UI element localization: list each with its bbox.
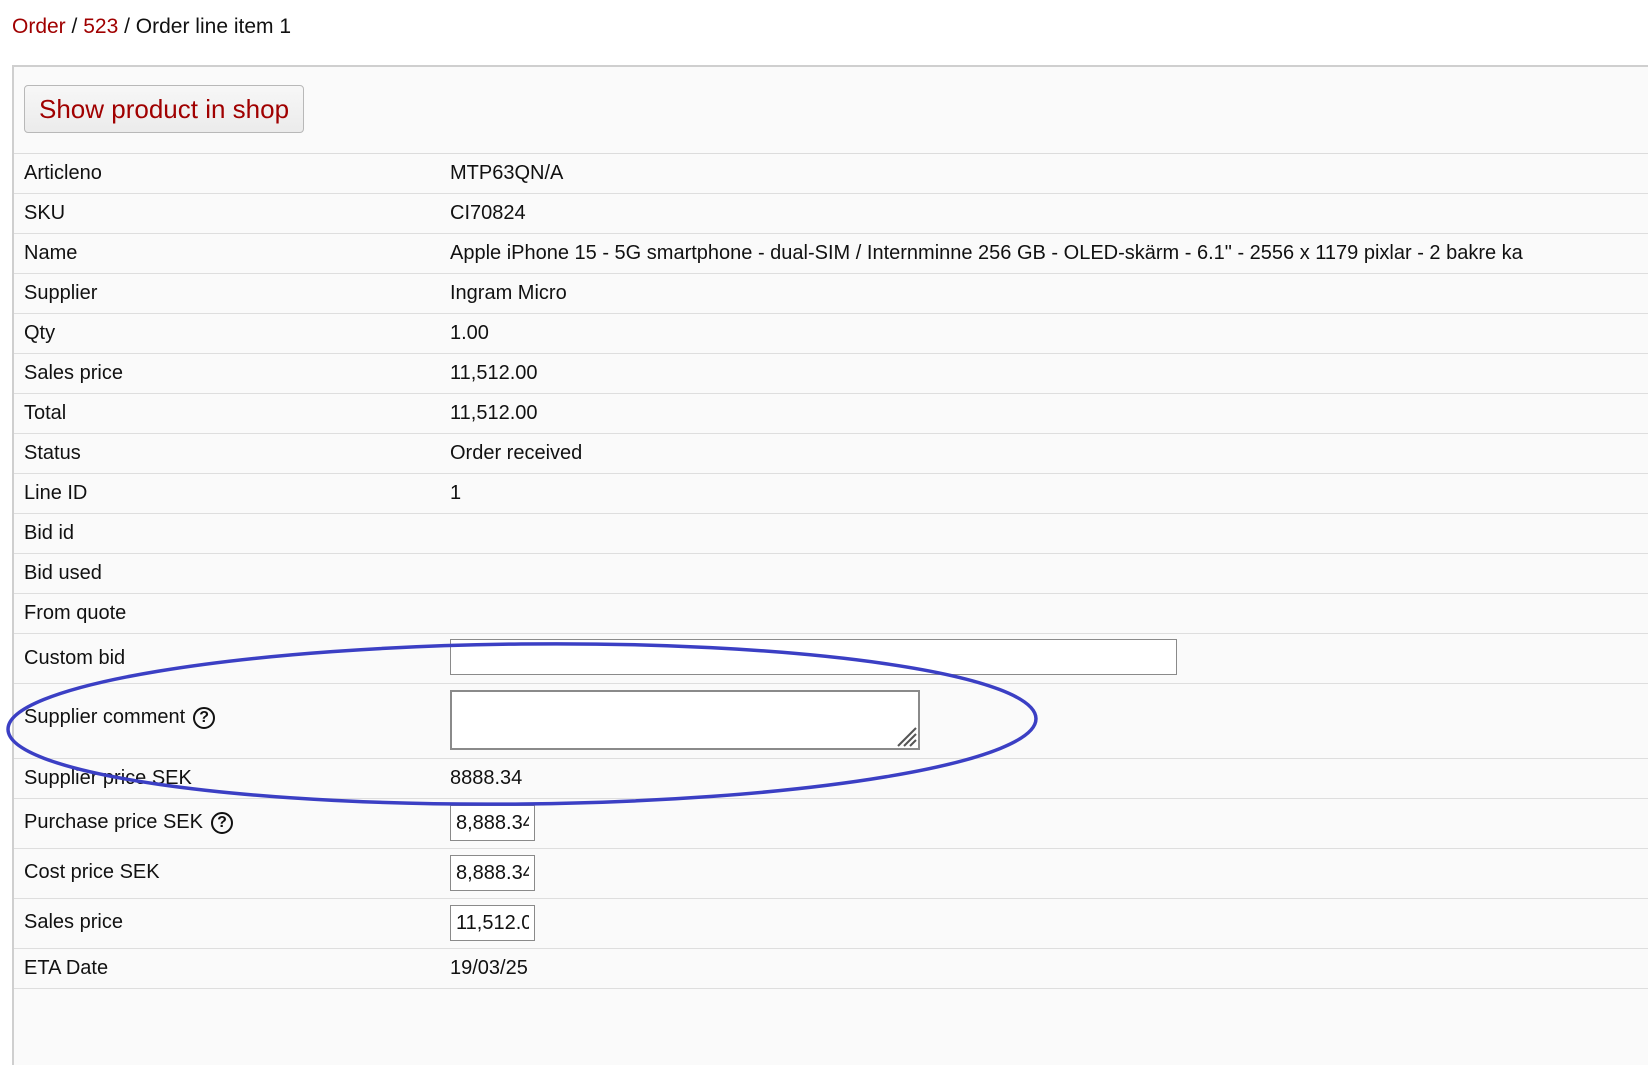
row-bid-used: Bid used [14, 554, 1648, 594]
row-status: Status Order received [14, 434, 1648, 474]
row-supplier: Supplier Ingram Micro [14, 274, 1648, 314]
bid-used-label: Bid used [24, 562, 102, 584]
articleno-label: Articleno [24, 162, 102, 184]
eta-date-label: ETA Date [24, 957, 109, 979]
row-line-id: Line ID 1 [14, 474, 1648, 514]
supplier-price-value: 8888.34 [450, 767, 523, 789]
total-value: 11,512.00 [450, 402, 538, 424]
toolbar: Show product in shop [14, 67, 1648, 154]
line-id-label: Line ID [24, 482, 88, 504]
resize-handle-icon[interactable] [890, 720, 918, 748]
sales-price-label: Sales price [24, 362, 123, 384]
status-label: Status [24, 442, 81, 464]
status-value: Order received [450, 442, 583, 464]
purchase-price-label-text: Purchase price SEK [24, 811, 203, 833]
row-eta-date: ETA Date 19/03/25 [14, 949, 1648, 989]
total-label: Total [24, 402, 67, 424]
sku-value: CI70824 [450, 202, 526, 224]
supplier-value: Ingram Micro [450, 282, 567, 304]
name-value: Apple iPhone 15 - 5G smartphone - dual-S… [450, 242, 1523, 264]
qty-label: Qty [24, 322, 56, 344]
row-sku: SKU CI70824 [14, 194, 1648, 234]
purchase-price-input[interactable] [450, 805, 535, 841]
row-sales-price: Sales price 11,512.00 [14, 354, 1648, 394]
show-product-in-shop-button[interactable]: Show product in shop [24, 85, 305, 133]
purchase-price-label: Purchase price SEK ? [24, 811, 233, 834]
row-supplier-price: Supplier price SEK 8888.34 [14, 759, 1648, 799]
bid-id-label: Bid id [24, 522, 75, 544]
row-supplier-comment: Supplier comment ? [14, 684, 1648, 759]
breadcrumb-separator: / [71, 15, 78, 38]
supplier-price-label: Supplier price SEK [24, 767, 192, 789]
sku-label: SKU [24, 202, 66, 224]
supplier-comment-textarea[interactable] [450, 690, 920, 750]
row-qty: Qty 1.00 [14, 314, 1648, 354]
row-articleno: Articleno MTP63QN/A [14, 154, 1648, 194]
row-name: Name Apple iPhone 15 - 5G smartphone - d… [14, 234, 1648, 274]
line-id-value: 1 [450, 482, 462, 504]
custom-bid-input[interactable] [450, 639, 1177, 675]
row-from-quote: From quote [14, 594, 1648, 634]
row-custom-bid: Custom bid [14, 634, 1648, 684]
sales-price-value: 11,512.00 [450, 362, 538, 384]
breadcrumb-link-order-number[interactable]: 523 [83, 15, 118, 38]
row-purchase-price: Purchase price SEK ? [14, 799, 1648, 849]
row-cost-price: Cost price SEK [14, 849, 1648, 899]
help-icon[interactable]: ? [193, 706, 216, 729]
supplier-label: Supplier [24, 282, 98, 304]
row-bid-id: Bid id [14, 514, 1648, 554]
cost-price-label: Cost price SEK [24, 861, 160, 883]
supplier-comment-label: Supplier comment ? [24, 706, 216, 729]
order-line-panel: Show product in shop Articleno MTP63QN/A… [12, 65, 1648, 1065]
supplier-comment-label-text: Supplier comment [24, 706, 186, 728]
help-icon[interactable]: ? [210, 811, 233, 834]
eta-date-value: 19/03/25 [450, 957, 528, 979]
breadcrumb: Order / 523 / Order line item 1 [12, 14, 291, 40]
breadcrumb-link-order[interactable]: Order [12, 15, 66, 38]
from-quote-label: From quote [24, 602, 127, 624]
custom-bid-label: Custom bid [24, 647, 126, 669]
articleno-value: MTP63QN/A [450, 162, 564, 184]
sales-price-input[interactable] [450, 905, 535, 941]
qty-value: 1.00 [450, 322, 489, 344]
name-label: Name [24, 242, 78, 264]
cost-price-input[interactable] [450, 855, 535, 891]
breadcrumb-separator: / [124, 15, 130, 38]
row-total: Total 11,512.00 [14, 394, 1648, 434]
row-sales-price-input: Sales price [14, 899, 1648, 949]
sales-price-input-label: Sales price [24, 911, 123, 933]
breadcrumb-current: Order line item 1 [135, 15, 292, 38]
